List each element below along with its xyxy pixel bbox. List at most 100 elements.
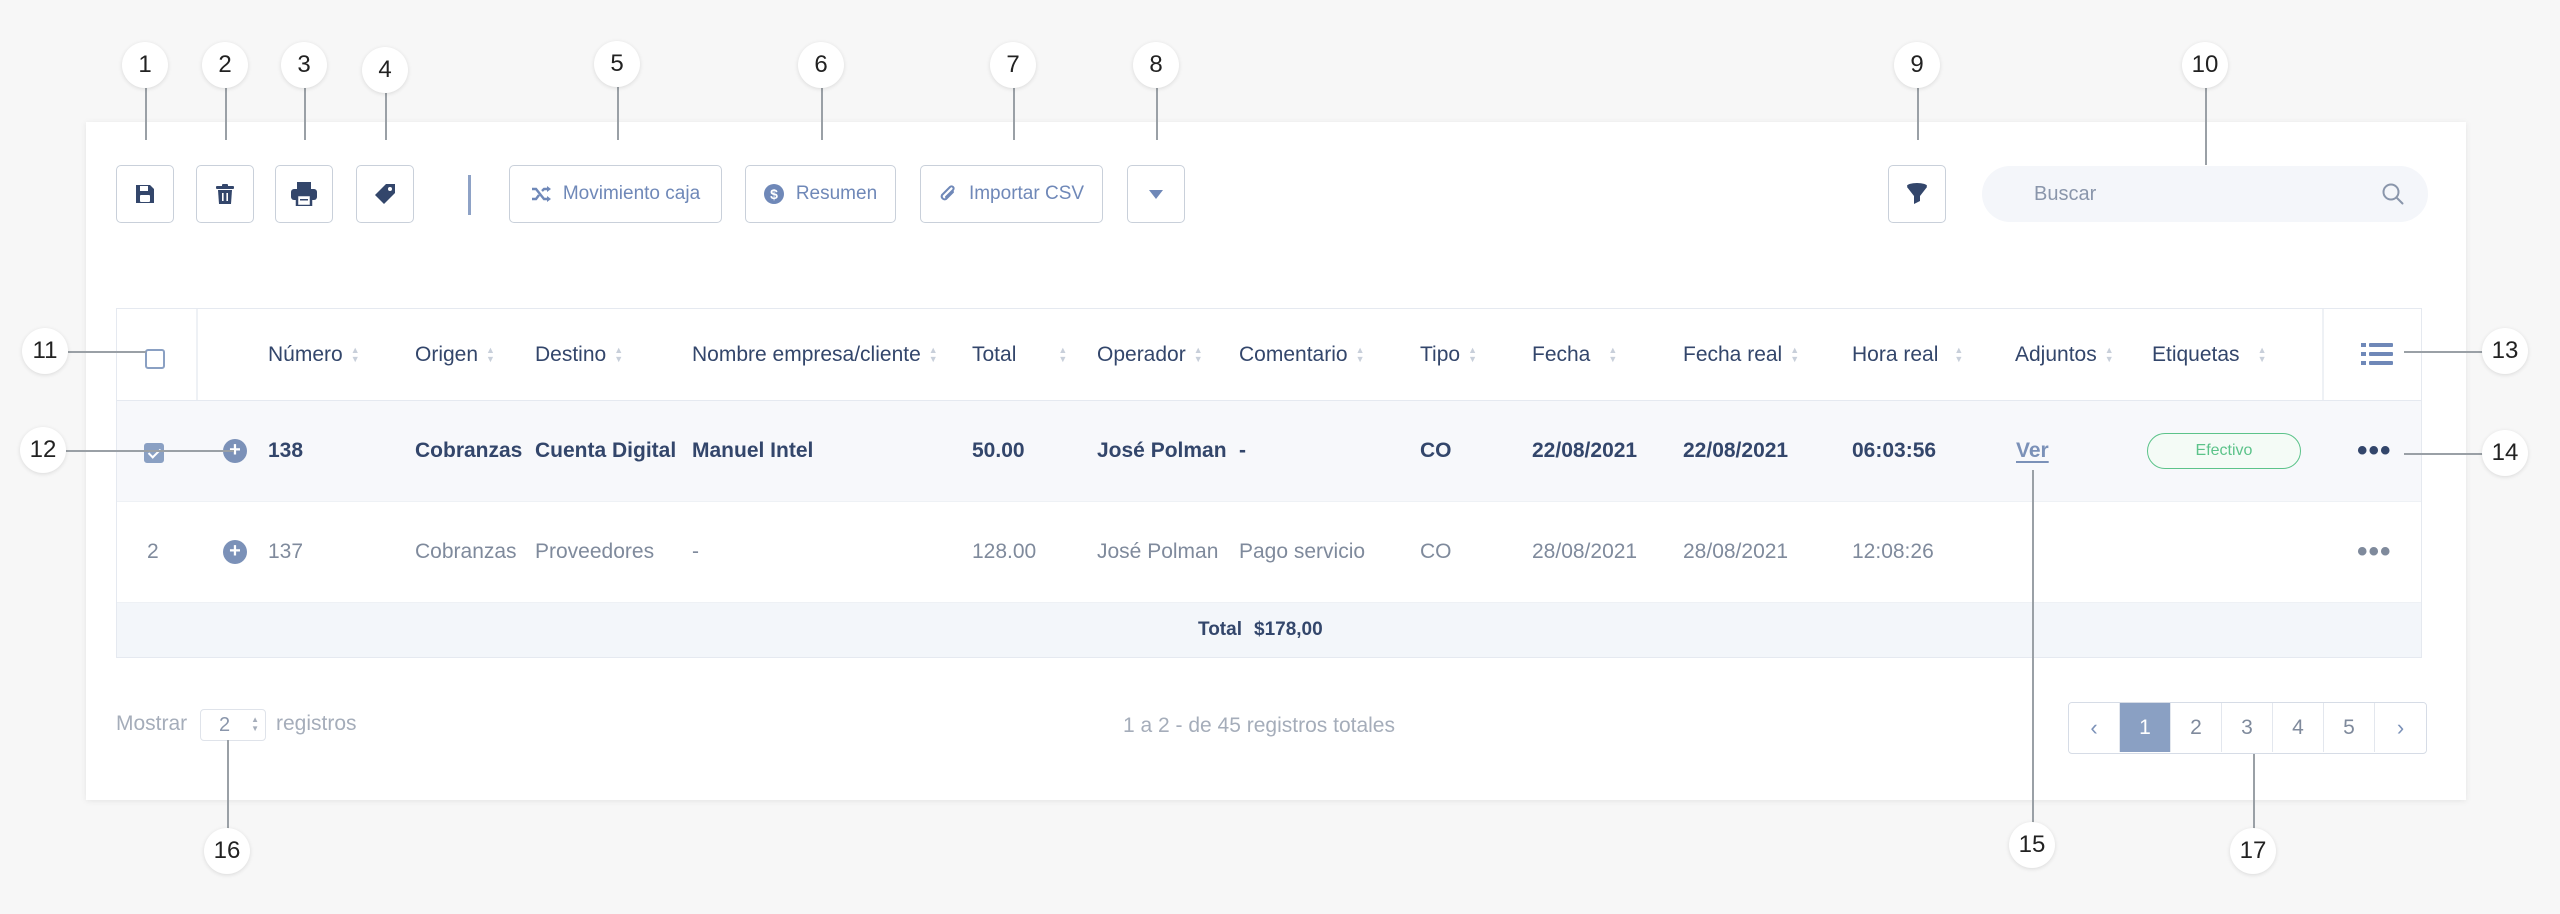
movimiento-caja-button[interactable]: Movimiento caja <box>509 165 722 223</box>
stepper-arrows-icon[interactable]: ▲ ▼ <box>251 715 259 733</box>
cell-fecha: 28/08/2021 <box>1532 540 1638 563</box>
resumen-button[interactable]: $ Resumen <box>745 165 896 223</box>
row-checkbox[interactable] <box>144 443 164 463</box>
page-button-5[interactable]: 5 <box>2324 703 2375 752</box>
records-per-page-stepper[interactable]: 2 ▲ ▼ <box>200 709 266 741</box>
shuffle-icon <box>531 186 551 202</box>
table-header: Número ▲ ▼ Origen ▲ ▼ Destino ▲ ▼ Nombre empre… <box>117 309 2421 401</box>
importar-csv-button[interactable]: Importar CSV <box>920 165 1103 223</box>
next-page-button[interactable]: › <box>2375 703 2426 752</box>
cell-numero: 137 <box>268 540 304 563</box>
search-icon[interactable] <box>2382 183 2404 205</box>
callout-14: 14 <box>2482 430 2528 476</box>
column-header-adjuntos[interactable]: Adjuntos ▲ ▼ <box>2015 343 2114 367</box>
callout-leader <box>821 88 823 140</box>
column-header-destino[interactable]: Destino ▲ ▼ <box>535 343 623 367</box>
callout-1: 1 <box>122 42 168 88</box>
column-header-numero[interactable]: Número ▲ ▼ <box>268 343 360 367</box>
sort-icon: ▲ ▼ <box>2104 344 2114 364</box>
callout-leader <box>2404 453 2486 455</box>
callout-4: 4 <box>362 47 408 93</box>
cell-operador: José Polman <box>1097 540 1219 563</box>
column-settings-icon[interactable] <box>2361 342 2393 366</box>
prev-page-button[interactable]: ‹ <box>2069 703 2120 752</box>
cell-total: 50.00 <box>972 439 1025 462</box>
cell-destino: Proveedores <box>535 540 655 563</box>
sort-icon: ▲ ▼ <box>1790 344 1800 364</box>
sort-icon: ▲ ▼ <box>614 344 624 364</box>
show-label: Mostrar <box>116 712 188 735</box>
delete-button[interactable] <box>196 165 254 223</box>
attachments-link[interactable]: Ver <box>2016 439 2049 463</box>
trash-icon <box>216 184 234 204</box>
printer-icon <box>291 182 317 206</box>
column-header-comentario[interactable]: Comentario ▲ ▼ <box>1239 343 1364 367</box>
callout-12: 12 <box>20 427 66 473</box>
cell-nombre: - <box>692 540 699 563</box>
records-per-page-value: 2 <box>219 713 231 736</box>
callout-17: 17 <box>2230 828 2276 874</box>
sort-icon: ▲ ▼ <box>1954 344 1964 364</box>
column-header-total[interactable]: Total ▲ ▼ <box>972 343 1067 367</box>
expand-row-icon[interactable]: + <box>223 540 247 564</box>
page-button-3[interactable]: 3 <box>2222 703 2273 752</box>
callout-8: 8 <box>1133 42 1179 88</box>
cell-hora-real: 06:03:56 <box>1852 439 1937 462</box>
status-tag: Efectivo <box>2147 433 2301 469</box>
pagination: ‹ 1 2 3 4 5 › <box>2068 702 2427 754</box>
row-menu-icon[interactable]: ••• <box>2357 434 2392 468</box>
transactions-table: Número ▲ ▼ Origen ▲ ▼ Destino ▲ ▼ Nombre empre… <box>116 308 2422 658</box>
table-row[interactable]: + 138 Cobranzas Cuenta Digital Manuel In… <box>117 401 2421 502</box>
records-summary: 1 a 2 - de 45 registros totales <box>1123 714 1395 737</box>
callout-10: 10 <box>2182 42 2228 88</box>
search-input[interactable] <box>2034 182 2382 206</box>
save-button[interactable] <box>116 165 174 223</box>
cell-hora-real: 12:08:26 <box>1852 540 1934 563</box>
cell-tipo: CO <box>1420 439 1452 462</box>
callout-9: 9 <box>1894 42 1940 88</box>
page-button-4[interactable]: 4 <box>2273 703 2324 752</box>
callout-leader <box>304 88 306 140</box>
search-box[interactable] <box>1982 166 2428 222</box>
table-row[interactable]: 2 + 137 Cobranzas Proveedores - 128.00 J… <box>117 502 2421 603</box>
cell-fecha-real: 28/08/2021 <box>1683 540 1789 563</box>
paperclip-icon <box>940 185 955 201</box>
total-value: $178,00 <box>1254 619 1323 640</box>
callout-leader <box>1917 88 1919 140</box>
page-button-1[interactable]: 1 <box>2120 703 2171 752</box>
cell-comentario: Pago servicio <box>1239 540 1366 563</box>
more-actions-dropdown[interactable] <box>1127 165 1185 223</box>
sort-icon: ▲ ▼ <box>350 344 360 364</box>
print-button[interactable] <box>275 165 333 223</box>
filter-button[interactable] <box>1888 165 1946 223</box>
total-label: Total <box>1198 619 1242 640</box>
cell-origen: Cobranzas <box>415 540 517 563</box>
callout-6: 6 <box>798 42 844 88</box>
callout-leader <box>1013 88 1015 140</box>
cell-fecha: 22/08/2021 <box>1532 439 1638 462</box>
sort-icon: ▲ ▼ <box>1193 344 1203 364</box>
column-header-operador[interactable]: Operador ▲ ▼ <box>1097 343 1203 367</box>
column-header-fecha[interactable]: Fecha ▲ ▼ <box>1532 343 1617 367</box>
cell-fecha-real: 22/08/2021 <box>1683 439 1789 462</box>
cell-total: 128.00 <box>972 540 1037 563</box>
column-header-tipo[interactable]: Tipo ▲ ▼ <box>1420 343 1477 367</box>
sort-icon: ▲ ▼ <box>1468 344 1477 364</box>
tag-button[interactable] <box>356 165 414 223</box>
callout-3: 3 <box>281 42 327 88</box>
cell-nombre: Manuel Intel <box>692 439 814 462</box>
tag-icon <box>375 184 395 204</box>
callout-leader <box>2032 470 2034 845</box>
cell-comentario: - <box>1239 439 1246 462</box>
column-header-etiquetas[interactable]: Etiquetas ▲ ▼ <box>2152 343 2266 367</box>
row-menu-icon[interactable]: ••• <box>2357 535 2392 569</box>
callout-7: 7 <box>990 42 1036 88</box>
column-header-nombre[interactable]: Nombre empresa/cliente ▲ ▼ <box>692 343 938 367</box>
sort-icon: ▲ ▼ <box>1608 344 1618 364</box>
callout-11: 11 <box>22 328 68 374</box>
column-header-hora-real[interactable]: Hora real ▲ ▼ <box>1852 343 1963 367</box>
select-all-checkbox[interactable] <box>145 349 165 369</box>
column-header-fecha-real[interactable]: Fecha real ▲ ▼ <box>1683 343 1799 367</box>
column-header-origen[interactable]: Origen ▲ ▼ <box>415 343 495 367</box>
page-button-2[interactable]: 2 <box>2171 703 2222 752</box>
